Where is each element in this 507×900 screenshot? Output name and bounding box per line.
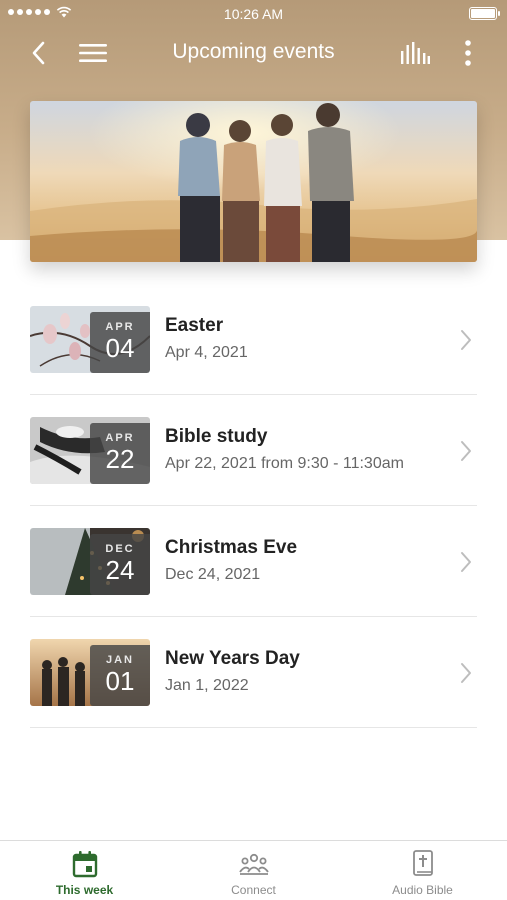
tab-audio-bible[interactable]: Audio Bible	[338, 841, 507, 900]
event-list: APR 04 Easter Apr 4, 2021 APR 22 Bible s…	[30, 284, 477, 728]
event-row-christmas-eve[interactable]: DEC 24 Christmas Eve Dec 24, 2021	[30, 506, 477, 617]
tab-label: Connect	[231, 883, 276, 897]
battery-icon	[469, 7, 500, 20]
event-thumbnail: APR 04	[30, 306, 150, 373]
badge-day: 24	[105, 555, 135, 585]
badge-day: 04	[105, 333, 135, 363]
tab-label: Audio Bible	[392, 883, 453, 897]
badge-day: 01	[105, 666, 135, 696]
status-time: 10:26 AM	[223, 6, 284, 22]
tab-connect[interactable]: Connect	[169, 841, 338, 900]
hero-image	[30, 101, 477, 262]
more-options-button[interactable]	[451, 36, 485, 70]
calendar-icon	[72, 851, 97, 878]
status-bar: 10:26 AM	[0, 0, 507, 28]
chevron-right-icon	[461, 552, 471, 572]
event-thumbnail: JAN 01	[30, 639, 150, 706]
date-badge: DEC 24	[90, 534, 150, 595]
event-thumbnail: DEC 24	[30, 528, 150, 595]
event-row-easter[interactable]: APR 04 Easter Apr 4, 2021	[30, 284, 477, 395]
event-title: Bible study	[165, 426, 268, 447]
bible-icon	[412, 850, 433, 876]
event-thumbnail: APR 22	[30, 417, 150, 484]
date-badge: APR 04	[90, 312, 150, 373]
chevron-right-icon	[461, 441, 471, 461]
event-title: New Years Day	[165, 648, 300, 669]
chevron-right-icon	[461, 663, 471, 683]
event-row-bible-study[interactable]: APR 22 Bible study Apr 22, 2021 from 9:3…	[30, 395, 477, 506]
group-icon	[238, 853, 269, 875]
event-date: Dec 24, 2021	[165, 566, 261, 583]
tab-label: This week	[55, 883, 114, 897]
event-title: Christmas Eve	[165, 537, 298, 558]
tab-this-week[interactable]: This week	[0, 841, 169, 900]
badge-month: APR	[105, 432, 135, 444]
bottom-tab-bar: This week Connect Audio Bible	[0, 840, 507, 900]
navigation-bar: Upcoming events	[0, 30, 507, 76]
badge-month: JAN	[105, 654, 134, 666]
event-date: Apr 22, 2021 from 9:30 - 11:30am	[165, 455, 404, 472]
audio-button[interactable]	[398, 36, 432, 70]
chevron-right-icon	[461, 330, 471, 350]
event-date: Jan 1, 2022	[165, 677, 249, 694]
more-vertical-icon	[465, 40, 471, 66]
equalizer-icon	[401, 42, 430, 64]
badge-month: APR	[105, 321, 135, 333]
badge-month: DEC	[105, 543, 135, 555]
event-date: Apr 4, 2021	[165, 344, 248, 361]
event-row-new-years-day[interactable]: JAN 01 New Years Day Jan 1, 2022	[30, 617, 477, 728]
date-badge: JAN 01	[90, 645, 150, 706]
date-badge: APR 22	[90, 423, 150, 484]
event-title: Easter	[165, 315, 224, 336]
friends-embracing-at-sunset-photo	[30, 101, 477, 262]
badge-day: 22	[105, 444, 135, 474]
